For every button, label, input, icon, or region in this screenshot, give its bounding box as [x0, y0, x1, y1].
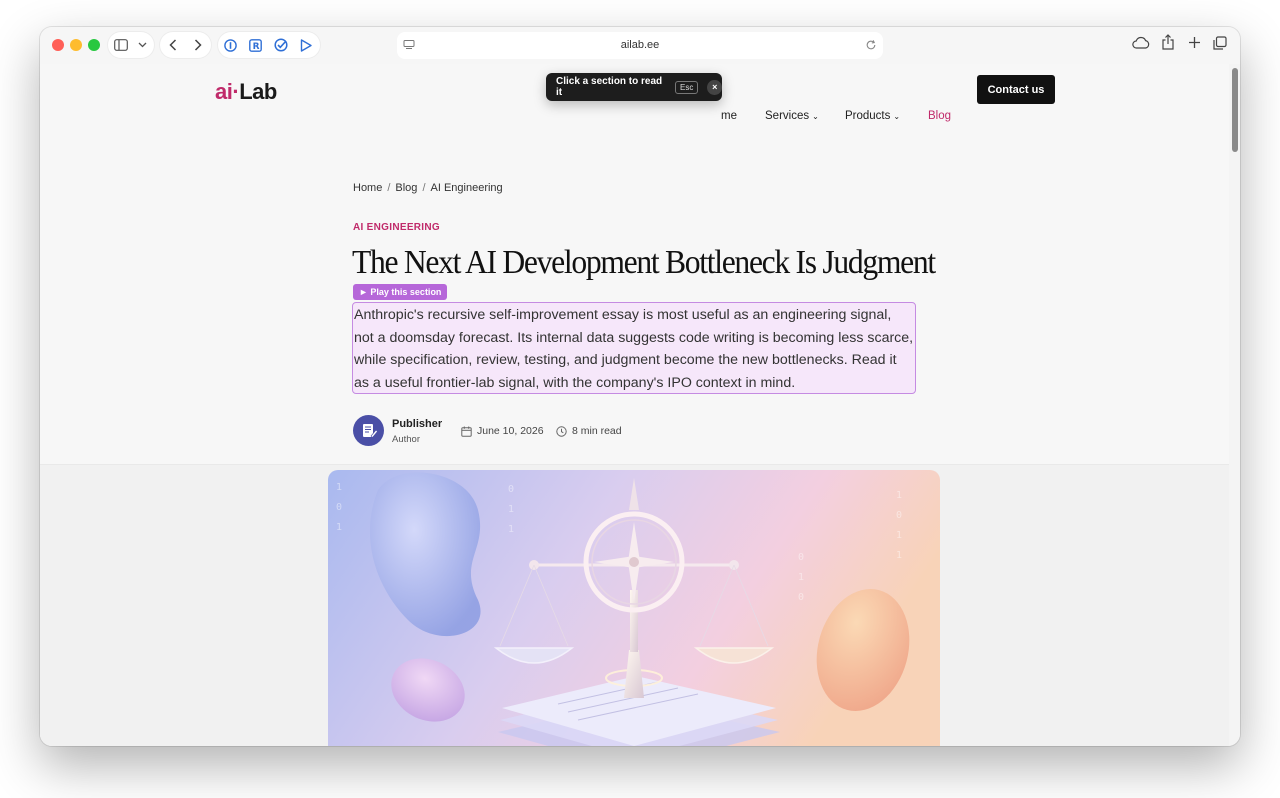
nav-blog[interactable]: Blog: [928, 110, 951, 122]
share-icon[interactable]: [1161, 34, 1175, 55]
password-icon[interactable]: [221, 36, 239, 54]
forward-icon[interactable]: [189, 36, 207, 54]
svg-text:1: 1: [896, 550, 902, 561]
zoom-window-button[interactable]: [88, 39, 100, 51]
breadcrumb: Home / Blog / AI Engineering: [353, 182, 503, 194]
svg-text:1: 1: [336, 522, 342, 533]
close-window-button[interactable]: [52, 39, 64, 51]
minimize-window-button[interactable]: [70, 39, 82, 51]
play-section-button[interactable]: ► Play this section: [353, 284, 448, 300]
scrollbar-thumb[interactable]: [1232, 68, 1238, 152]
author-name[interactable]: Publisher: [392, 418, 442, 430]
article-read-time: 8 min read: [556, 425, 622, 437]
cloud-icon[interactable]: [1132, 36, 1150, 54]
breadcrumb-separator: /: [422, 182, 426, 194]
toast-message: Click a section to read it: [556, 76, 663, 98]
site-logo[interactable]: ai·Lab: [215, 79, 277, 105]
article-title: The Next AI Development Bottleneck Is Ju…: [352, 244, 936, 281]
svg-text:1: 1: [336, 482, 342, 493]
article-category[interactable]: AI ENGINEERING: [353, 222, 440, 233]
reload-icon[interactable]: [865, 38, 877, 56]
article-date: June 10, 2026: [461, 425, 544, 437]
chevron-down-icon[interactable]: [133, 36, 151, 54]
avatar: [353, 415, 384, 446]
author-role: Author: [392, 434, 420, 445]
back-icon[interactable]: [164, 36, 182, 54]
clock-icon: [556, 425, 567, 437]
svg-text:R: R: [252, 42, 259, 52]
chevron-down-icon: ⌄: [893, 112, 901, 121]
logo-ai-text: ai: [215, 79, 233, 104]
svg-text:0: 0: [336, 502, 342, 513]
svg-text:1: 1: [508, 524, 514, 535]
chevron-down-icon: ⌄: [812, 112, 819, 121]
article-hero-image: 1 0 1 0 1 1 1 0 1 1 0 1 0: [328, 470, 940, 746]
browser-window: R ailab.ee ai·Lab me Services ⌄ Products…: [40, 27, 1240, 746]
plus-icon[interactable]: [1188, 36, 1201, 54]
article-date-text: June 10, 2026: [477, 425, 544, 437]
sidebar-icon[interactable]: [112, 36, 130, 54]
web-page: ai·Lab me Services ⌄ Products ⌄ Blog Conta…: [40, 64, 1229, 746]
extension-icon[interactable]: R: [246, 36, 264, 54]
play-icon[interactable]: [297, 36, 315, 54]
nav-services-label: Services: [765, 110, 810, 122]
contact-us-button[interactable]: Contact us: [977, 75, 1055, 104]
breadcrumb-home[interactable]: Home: [353, 182, 382, 194]
svg-text:1: 1: [896, 530, 902, 541]
svg-text:0: 0: [798, 552, 804, 563]
breadcrumb-separator: /: [387, 182, 391, 194]
nav-home[interactable]: me: [721, 110, 737, 122]
nav-services[interactable]: Services ⌄: [765, 110, 819, 122]
svg-text:1: 1: [896, 490, 902, 501]
nav-products-label: Products: [845, 110, 891, 122]
svg-text:0: 0: [798, 592, 804, 603]
publisher-icon: [362, 423, 378, 438]
breadcrumb-blog[interactable]: Blog: [395, 182, 417, 194]
logo-lab-text: Lab: [239, 79, 277, 104]
svg-text:1: 1: [798, 572, 804, 583]
tabs-icon[interactable]: [1213, 36, 1227, 55]
address-bar[interactable]: ailab.ee: [397, 32, 883, 59]
calendar-icon: [461, 426, 472, 437]
read-section-toast: Click a section to read it Esc ×: [546, 73, 722, 101]
close-icon[interactable]: ×: [707, 79, 722, 95]
svg-text:1: 1: [508, 504, 514, 515]
check-icon[interactable]: [272, 36, 290, 54]
article-intro-section[interactable]: Anthropic's recursive self-improvement e…: [352, 302, 916, 394]
browser-toolbar: R ailab.ee: [40, 27, 1240, 64]
page-scrollbar[interactable]: [1229, 64, 1240, 746]
breadcrumb-current: AI Engineering: [430, 182, 503, 194]
article-read-time-text: 8 min read: [572, 425, 622, 437]
esc-key-hint: Esc: [675, 80, 699, 94]
svg-text:0: 0: [508, 484, 514, 495]
svg-text:0: 0: [896, 510, 902, 521]
url-text: ailab.ee: [620, 39, 660, 51]
nav-products[interactable]: Products ⌄: [845, 110, 900, 122]
